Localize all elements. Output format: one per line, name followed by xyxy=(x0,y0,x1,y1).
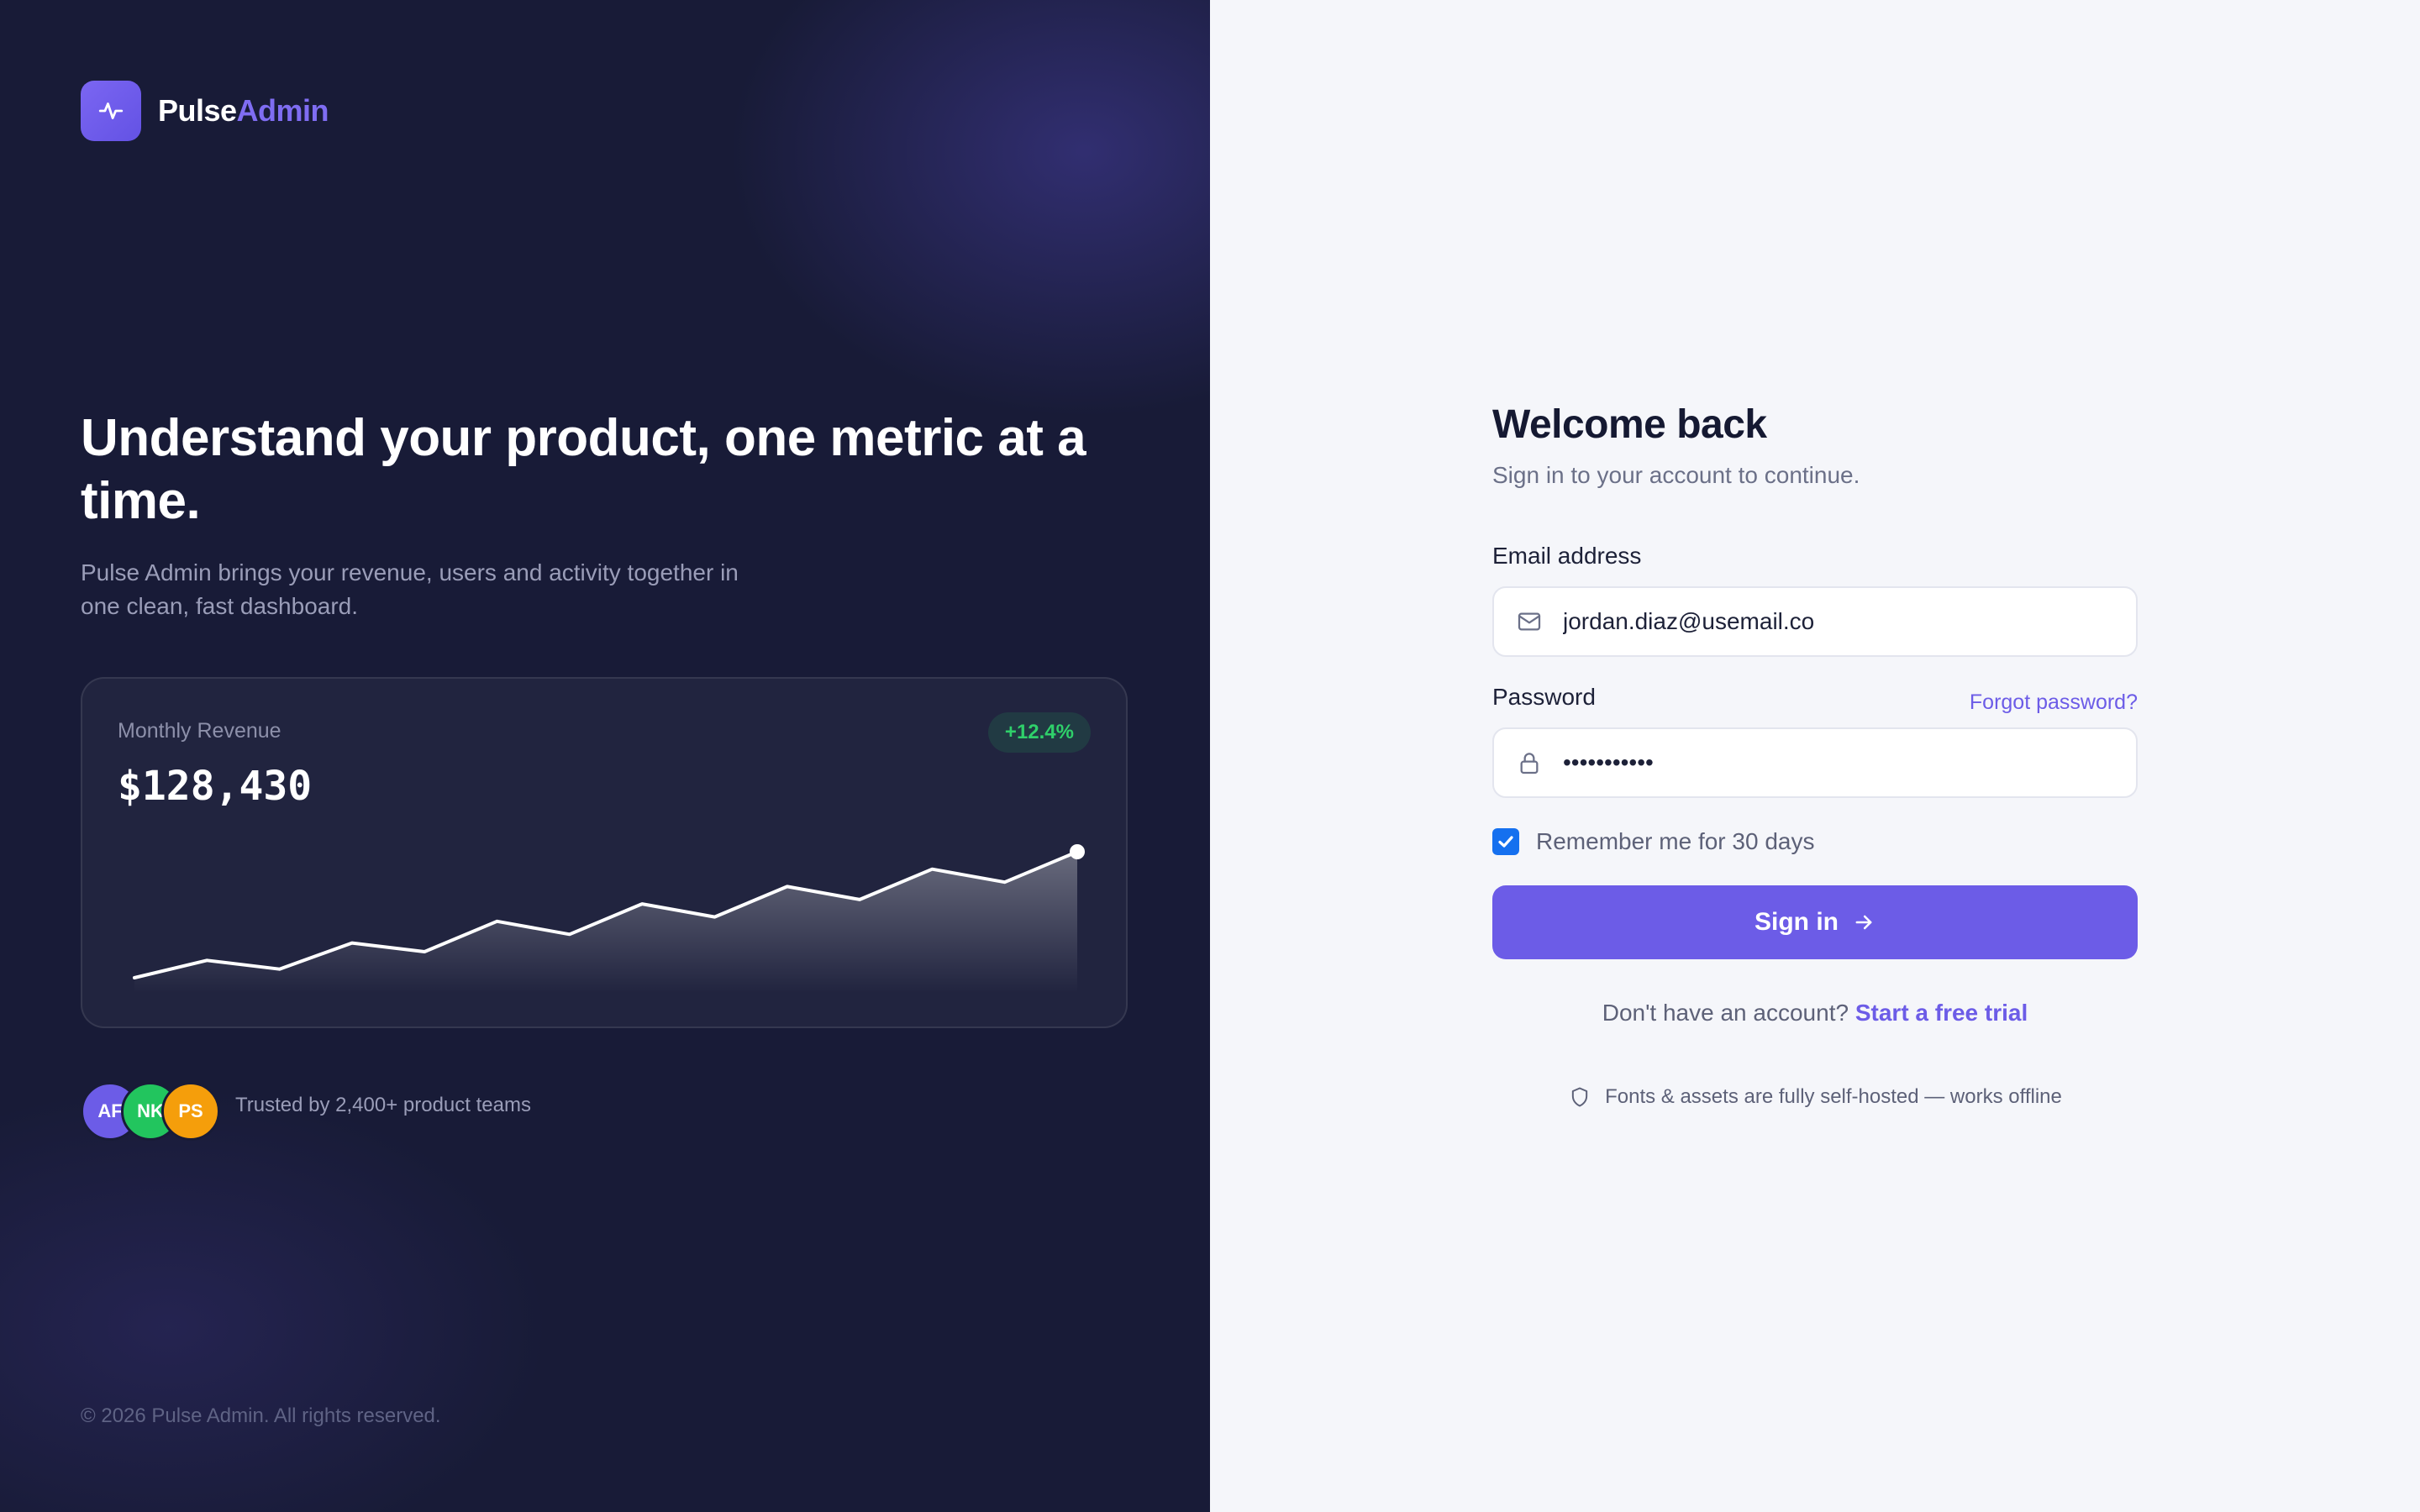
email-field-wrapper xyxy=(1492,586,2138,657)
logo-text-part1: Pulse xyxy=(158,93,237,128)
form-title: Welcome back xyxy=(1492,402,1767,447)
mail-icon xyxy=(1518,612,1541,631)
chart-endpoint xyxy=(1070,844,1085,859)
logo-mark xyxy=(81,81,141,141)
remember-me[interactable]: Remember me for 30 days xyxy=(1492,828,1814,855)
hero-subheadline: Pulse Admin brings your revenue, users a… xyxy=(81,559,739,619)
trusted-text: Trusted by 2,400+ product teams xyxy=(235,1094,531,1116)
remember-label: Remember me for 30 days xyxy=(1536,828,1815,854)
self-hosted-note: Fonts & assets are fully self-hosted — w… xyxy=(1492,1085,2138,1109)
logo-text: PulseAdmin xyxy=(158,91,329,131)
revenue-card: Monthly Revenue $128,430 +12.4% xyxy=(81,677,1128,1028)
signup-prompt: Don't have an account? Start a free tria… xyxy=(1492,1000,2138,1026)
hero-panel: PulseAdmin Understand your product, one … xyxy=(0,0,1210,1512)
hero-headline: Understand your product, one metric at a… xyxy=(81,409,1086,530)
sign-in-button[interactable]: Sign in xyxy=(1492,885,2138,959)
signup-prompt-text: Don't have an account? xyxy=(1602,1000,1849,1026)
sign-in-label: Sign in xyxy=(1754,908,1839,936)
avatar-stack: AF NK PS xyxy=(81,1082,224,1141)
password-field-wrapper xyxy=(1492,727,2138,798)
pulse-icon xyxy=(98,102,124,119)
forgot-password-link[interactable]: Forgot password? xyxy=(1970,690,2138,715)
chart-area-fill xyxy=(134,852,1077,993)
password-field[interactable] xyxy=(1563,729,2136,796)
arrow-right-icon xyxy=(1855,915,1872,930)
copyright: © 2026 Pulse Admin. All rights reserved. xyxy=(81,1404,441,1427)
password-label: Password xyxy=(1492,684,1596,710)
remember-checkbox[interactable] xyxy=(1492,828,1519,855)
start-trial-link[interactable]: Start a free trial xyxy=(1855,1000,2028,1026)
note-text: Fonts & assets are fully self-hosted — w… xyxy=(1605,1085,2062,1108)
avatar: PS xyxy=(161,1082,220,1141)
logo-text-part2: Admin xyxy=(236,93,329,128)
email-field[interactable] xyxy=(1563,588,2136,655)
revenue-chart xyxy=(133,844,1085,993)
lock-icon xyxy=(1520,753,1539,774)
checkmark-icon xyxy=(1498,836,1513,848)
form-subtitle: Sign in to your account to continue. xyxy=(1492,462,1860,488)
shield-icon xyxy=(1571,1087,1588,1107)
email-label: Email address xyxy=(1492,543,1642,569)
login-panel: Welcome back Sign in to your account to … xyxy=(1210,0,2420,1512)
